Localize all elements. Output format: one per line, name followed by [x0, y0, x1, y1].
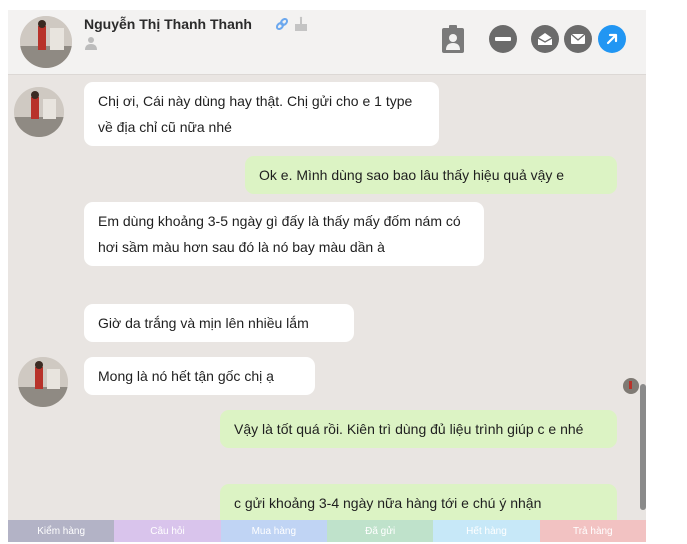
tag-da-gui[interactable]: Đã gửi	[326, 520, 434, 542]
link-icon[interactable]	[274, 16, 290, 37]
contact-avatar[interactable]	[20, 16, 72, 68]
contact-card-icon[interactable]	[440, 24, 466, 59]
birthday-cake-icon	[294, 16, 308, 37]
minus-icon[interactable]	[489, 25, 517, 53]
mail-open-icon[interactable]	[531, 25, 559, 53]
tag-cau-hoi[interactable]: Câu hỏi	[114, 520, 221, 542]
person-icon	[85, 36, 97, 55]
scrollbar-thumb[interactable]	[640, 384, 646, 510]
message-bubble-outgoing[interactable]: Vậy là tốt quá rồi. Kiên trì dùng đủ liệ…	[220, 410, 617, 448]
sender-avatar[interactable]	[18, 357, 68, 407]
chat-header: Nguyễn Thị Thanh Thanh	[8, 10, 646, 75]
chat-window: Nguyễn Thị Thanh Thanh Chị ơi, Cái này d…	[8, 10, 646, 542]
quick-tag-bar: Kiểm hàng Câu hỏi Mua hàng Đã gửi Hết hà…	[8, 520, 646, 542]
tag-het-hang[interactable]: Hết hàng	[433, 520, 540, 542]
tag-mua-hang[interactable]: Mua hàng	[220, 520, 327, 542]
mail-icon[interactable]	[564, 25, 592, 53]
tag-kiem-hang[interactable]: Kiểm hàng	[8, 520, 115, 542]
message-bubble-incoming[interactable]: Giờ da trắng và mịn lên nhiều lắm	[84, 304, 354, 342]
message-list[interactable]: Chị ơi, Cái này dùng hay thật. Chị gửi c…	[8, 75, 638, 542]
seen-avatar	[623, 378, 639, 394]
contact-name: Nguyễn Thị Thanh Thanh	[84, 16, 252, 32]
message-bubble-incoming[interactable]: Chị ơi, Cái này dùng hay thật. Chị gửi c…	[84, 82, 439, 146]
message-bubble-incoming[interactable]: Mong là nó hết tận gốc chị ạ	[84, 357, 315, 395]
message-bubble-incoming[interactable]: Em dùng khoảng 3-5 ngày gì đấy là thấy m…	[84, 202, 484, 266]
arrow-expand-icon[interactable]	[598, 25, 626, 53]
tag-tra-hang[interactable]: Trả hàng	[539, 520, 646, 542]
message-bubble-outgoing[interactable]: Ok e. Mình dùng sao bao lâu thấy hiệu qu…	[245, 156, 617, 194]
sender-avatar[interactable]	[14, 87, 64, 137]
